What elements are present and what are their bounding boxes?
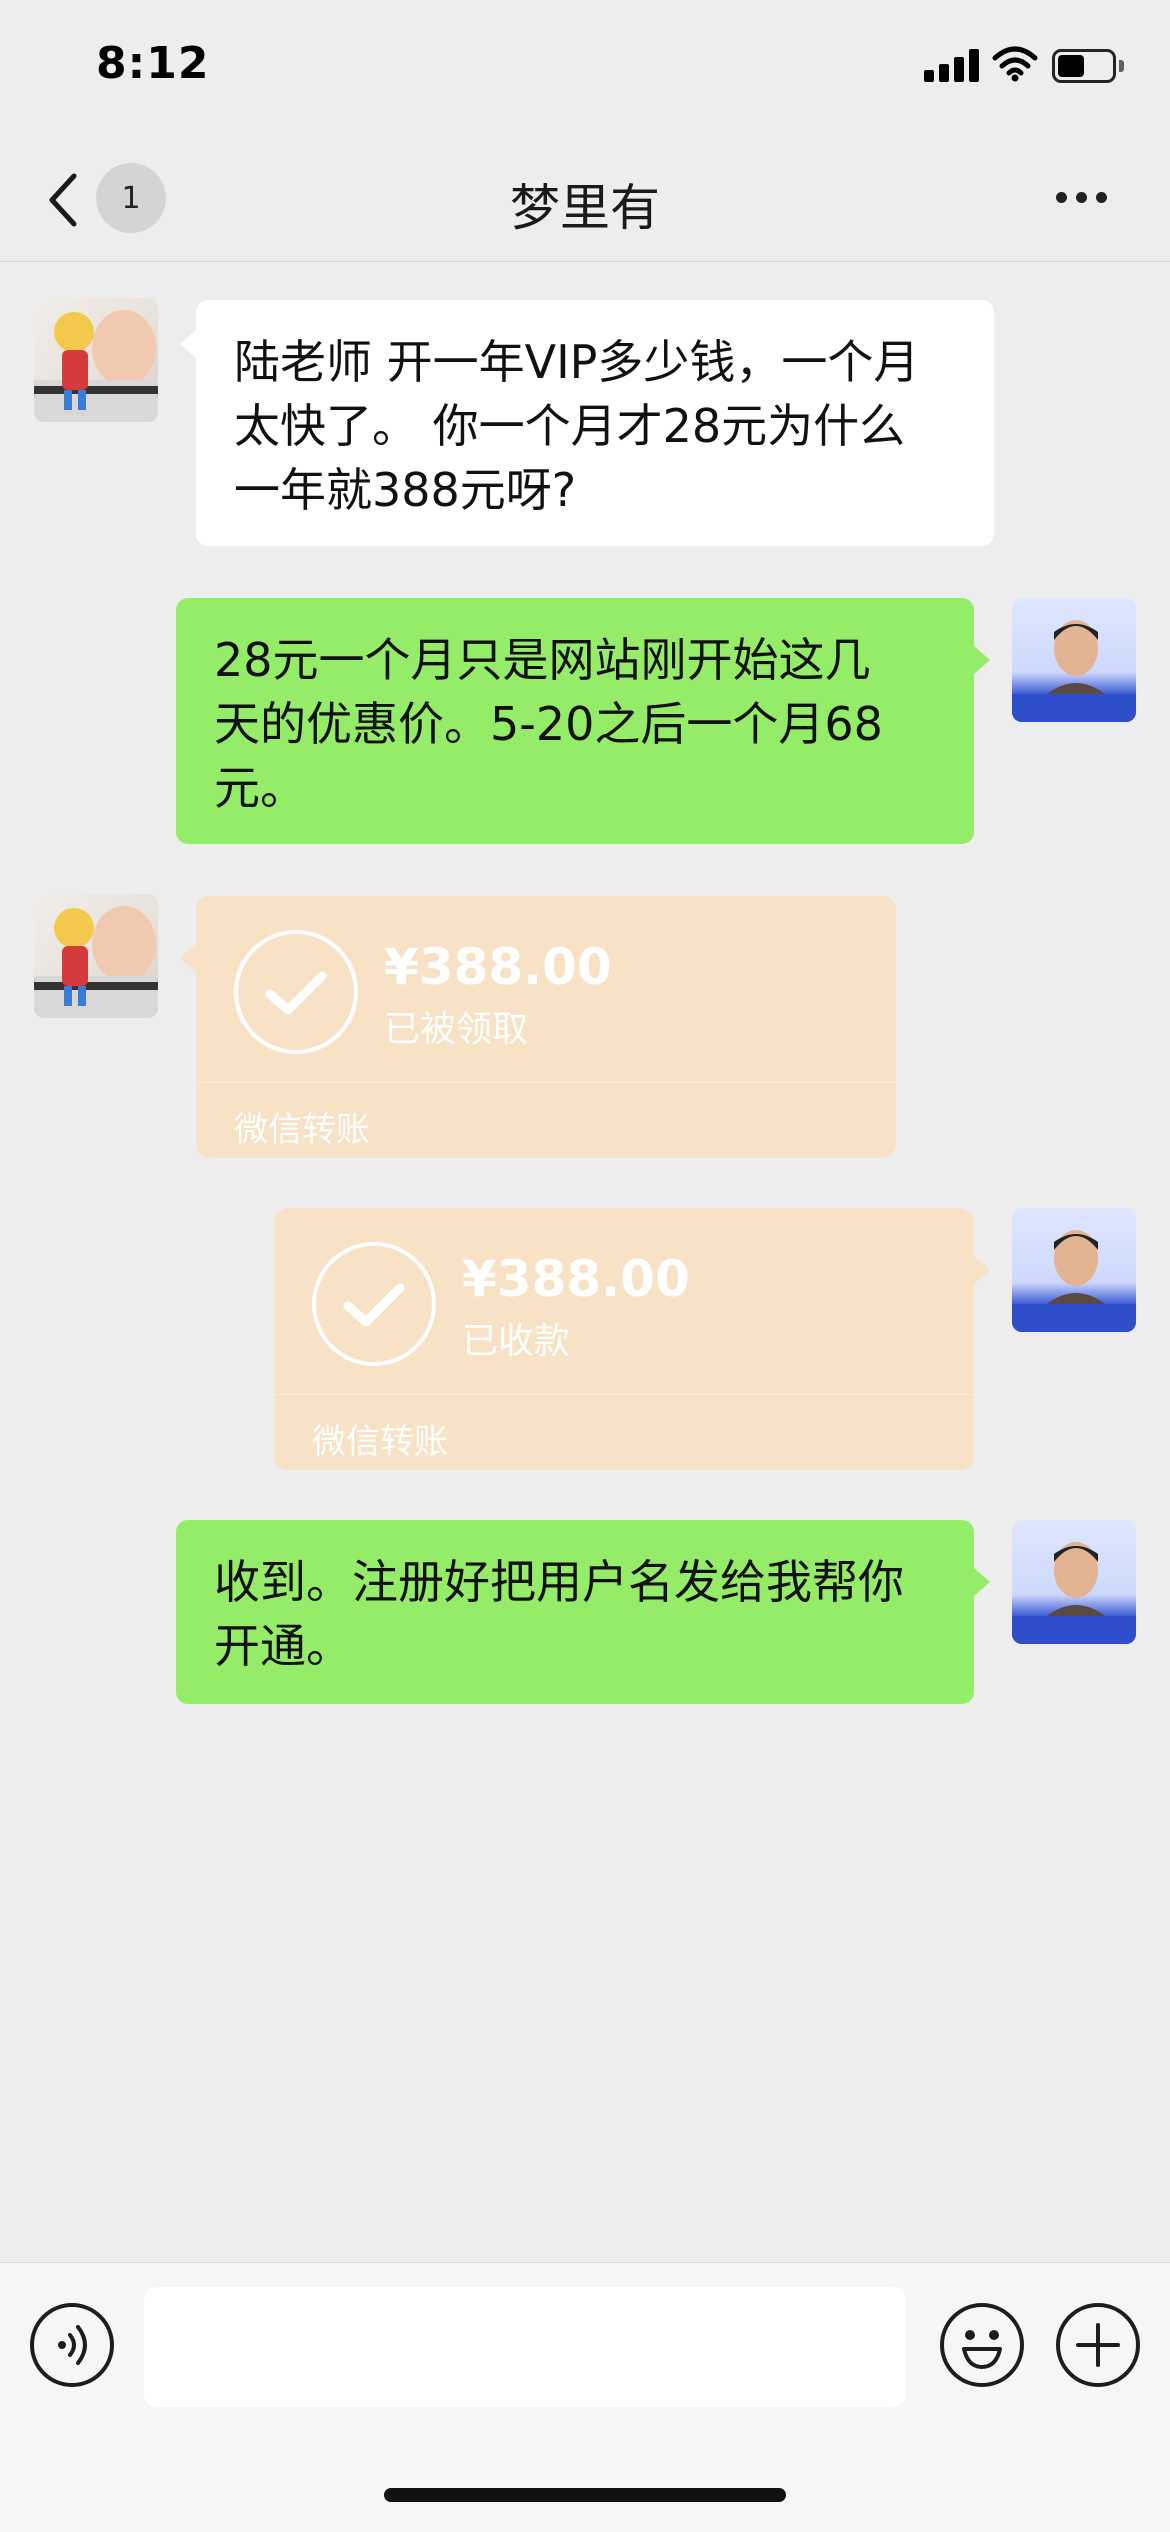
transfer-label: 微信转账: [312, 1422, 448, 1462]
message-bubble-incoming[interactable]: 陆老师 开一年VIP多少钱，一个月 太快了。 你一个月才28元为什么 一年就38…: [196, 300, 994, 546]
battery-icon: [1052, 49, 1124, 83]
message-line: 元。: [214, 761, 306, 815]
message-bubble-outgoing[interactable]: 收到。注册好把用户名发给我帮你 开通。: [176, 1520, 974, 1704]
message-bubble-outgoing[interactable]: 28元一个月只是网站刚开始这几 天的优惠价。5-20之后一个月68 元。: [176, 598, 974, 844]
my-avatar[interactable]: [1012, 598, 1136, 722]
message-input[interactable]: [144, 2287, 906, 2407]
transfer-status: 已收款: [462, 1321, 571, 1362]
emoji-icon[interactable]: [940, 2303, 1024, 2387]
nav-bar: 1 梦里有: [0, 132, 1170, 262]
status-time: 8:12: [96, 38, 210, 89]
contact-avatar[interactable]: [34, 298, 158, 422]
transfer-card-outgoing[interactable]: ¥388.00 已收款 微信转账: [274, 1208, 974, 1470]
message-line: 开通。: [214, 1619, 352, 1673]
home-indicator[interactable]: [384, 2488, 786, 2502]
message-line: 收到。注册好把用户名发给我帮你: [214, 1555, 904, 1609]
plus-icon[interactable]: [1056, 2303, 1140, 2387]
message-line: 天的优惠价。5-20之后一个月68: [214, 697, 883, 751]
contact-avatar[interactable]: [34, 894, 158, 1018]
divider: [274, 1394, 974, 1395]
status-bar: 8:12: [0, 0, 1170, 132]
voice-icon[interactable]: [30, 2303, 114, 2387]
battery-level-fill: [1058, 55, 1084, 77]
my-avatar[interactable]: [1012, 1520, 1136, 1644]
message-line: 陆老师 开一年VIP多少钱，一个月: [234, 335, 920, 389]
ellipsis-icon[interactable]: [1052, 190, 1112, 206]
chat-title: 梦里有: [510, 179, 660, 237]
divider: [196, 1082, 896, 1083]
my-avatar[interactable]: [1012, 1208, 1136, 1332]
chat-screen: 8:12 1 梦里有 陆老师 开一年VIP多少钱，一个月 太快了。 你一个月才2…: [0, 0, 1170, 2532]
transfer-status: 已被领取: [384, 1009, 529, 1050]
transfer-label: 微信转账: [234, 1110, 370, 1150]
message-line: 一年就388元呀?: [234, 463, 577, 517]
transfer-amount: ¥388.00: [384, 938, 612, 996]
check-circle-icon: [312, 1242, 436, 1366]
signal-bars-icon: [924, 48, 980, 82]
message-line: 28元一个月只是网站刚开始这几: [214, 633, 871, 687]
wifi-icon: [992, 46, 1038, 82]
check-circle-icon: [234, 930, 358, 1054]
transfer-amount: ¥388.00: [462, 1250, 690, 1308]
message-line: 太快了。 你一个月才28元为什么: [234, 399, 906, 453]
transfer-card-incoming[interactable]: ¥388.00 已被领取 微信转账: [196, 896, 896, 1158]
